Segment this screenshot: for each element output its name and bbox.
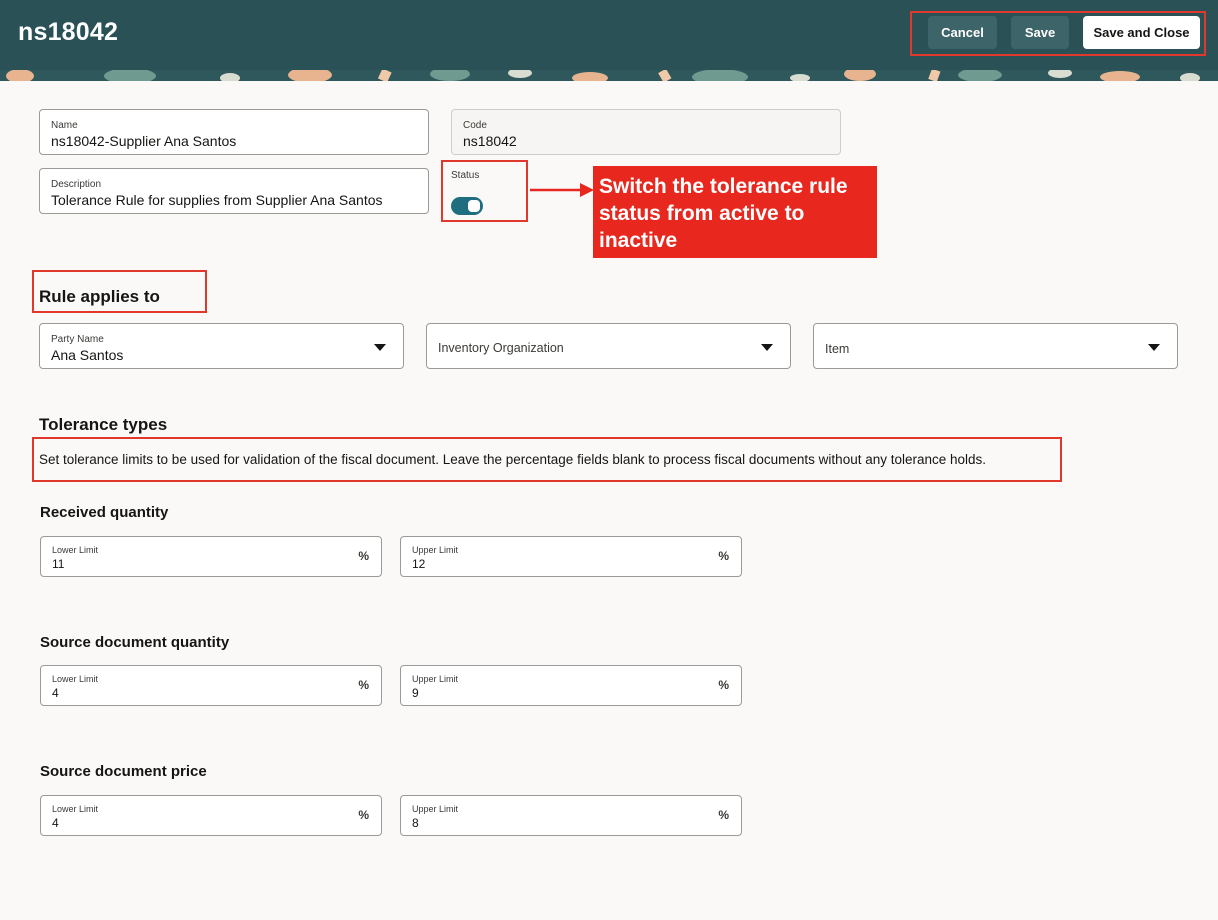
source-document-price-lower-limit-input[interactable]: Lower Limit 4 % <box>40 795 382 836</box>
inventory-organization-label: Inventory Organization <box>438 341 564 355</box>
status-toggle-knob <box>468 200 480 212</box>
source-document-price-title: Source document price <box>40 763 207 780</box>
lower-limit-value: 4 <box>52 816 59 830</box>
save-button[interactable]: Save <box>1011 16 1069 49</box>
annotation-arrow <box>530 183 594 197</box>
percent-icon: % <box>358 549 369 563</box>
description-label: Description <box>51 179 102 190</box>
upper-limit-label: Upper Limit <box>412 674 459 684</box>
tolerance-types-title: Tolerance types <box>39 415 168 434</box>
percent-icon: % <box>358 808 369 822</box>
source-document-price-upper-limit-input[interactable]: Upper Limit 8 % <box>400 795 742 836</box>
header-decorative-band <box>0 70 1218 81</box>
status-label: Status <box>451 170 480 181</box>
status-toggle[interactable] <box>451 197 483 215</box>
rule-applies-title: Rule applies to <box>39 287 160 306</box>
chevron-down-icon <box>1148 344 1160 351</box>
item-label: Item <box>825 342 850 356</box>
name-field[interactable]: Name ns18042-Supplier Ana Santos <box>39 109 429 155</box>
chevron-down-icon <box>761 344 773 351</box>
percent-icon: % <box>718 808 729 822</box>
name-label: Name <box>51 120 78 131</box>
source-document-quantity-lower-limit-input[interactable]: Lower Limit 4 % <box>40 665 382 706</box>
save-and-close-button[interactable]: Save and Close <box>1083 16 1200 49</box>
chevron-down-icon <box>374 344 386 351</box>
upper-limit-label: Upper Limit <box>412 545 459 555</box>
lower-limit-label: Lower Limit <box>52 804 99 814</box>
party-name-value: Ana Santos <box>51 347 124 363</box>
source-document-quantity-title: Source document quantity <box>40 634 230 651</box>
upper-limit-value: 12 <box>412 557 426 571</box>
party-name-label: Party Name <box>51 334 104 345</box>
received-quantity-upper-limit-input[interactable]: Upper Limit 12 % <box>400 536 742 577</box>
lower-limit-label: Lower Limit <box>52 674 99 684</box>
item-select[interactable]: Item <box>813 323 1178 369</box>
upper-limit-label: Upper Limit <box>412 804 459 814</box>
inventory-organization-select[interactable]: Inventory Organization <box>426 323 791 369</box>
percent-icon: % <box>358 678 369 692</box>
received-quantity-title: Received quantity <box>40 504 169 521</box>
lower-limit-label: Lower Limit <box>52 545 99 555</box>
code-label: Code <box>463 120 487 131</box>
tolerance-description: Set tolerance limits to be used for vali… <box>39 452 987 467</box>
description-value: Tolerance Rule for supplies from Supplie… <box>51 192 383 208</box>
page-title: ns18042 <box>18 18 119 46</box>
percent-icon: % <box>718 549 729 563</box>
code-value: ns18042 <box>463 133 517 149</box>
page-header: ns18042 Cancel Save Save and Close <box>0 0 1218 70</box>
code-field: Code ns18042 <box>451 109 841 155</box>
lower-limit-value: 11 <box>52 557 65 571</box>
received-quantity-lower-limit-input[interactable]: Lower Limit 11 % <box>40 536 382 577</box>
upper-limit-value: 8 <box>412 816 419 830</box>
source-document-quantity-upper-limit-input[interactable]: Upper Limit 9 % <box>400 665 742 706</box>
upper-limit-value: 9 <box>412 686 419 700</box>
lower-limit-value: 4 <box>52 686 59 700</box>
description-field[interactable]: Description Tolerance Rule for supplies … <box>39 168 429 214</box>
party-name-select[interactable]: Party Name Ana Santos <box>39 323 404 369</box>
percent-icon: % <box>718 678 729 692</box>
cancel-button[interactable]: Cancel <box>928 16 997 49</box>
name-value: ns18042-Supplier Ana Santos <box>51 133 237 149</box>
annotation-callout: Switch the tolerance rule status from ac… <box>593 166 877 258</box>
